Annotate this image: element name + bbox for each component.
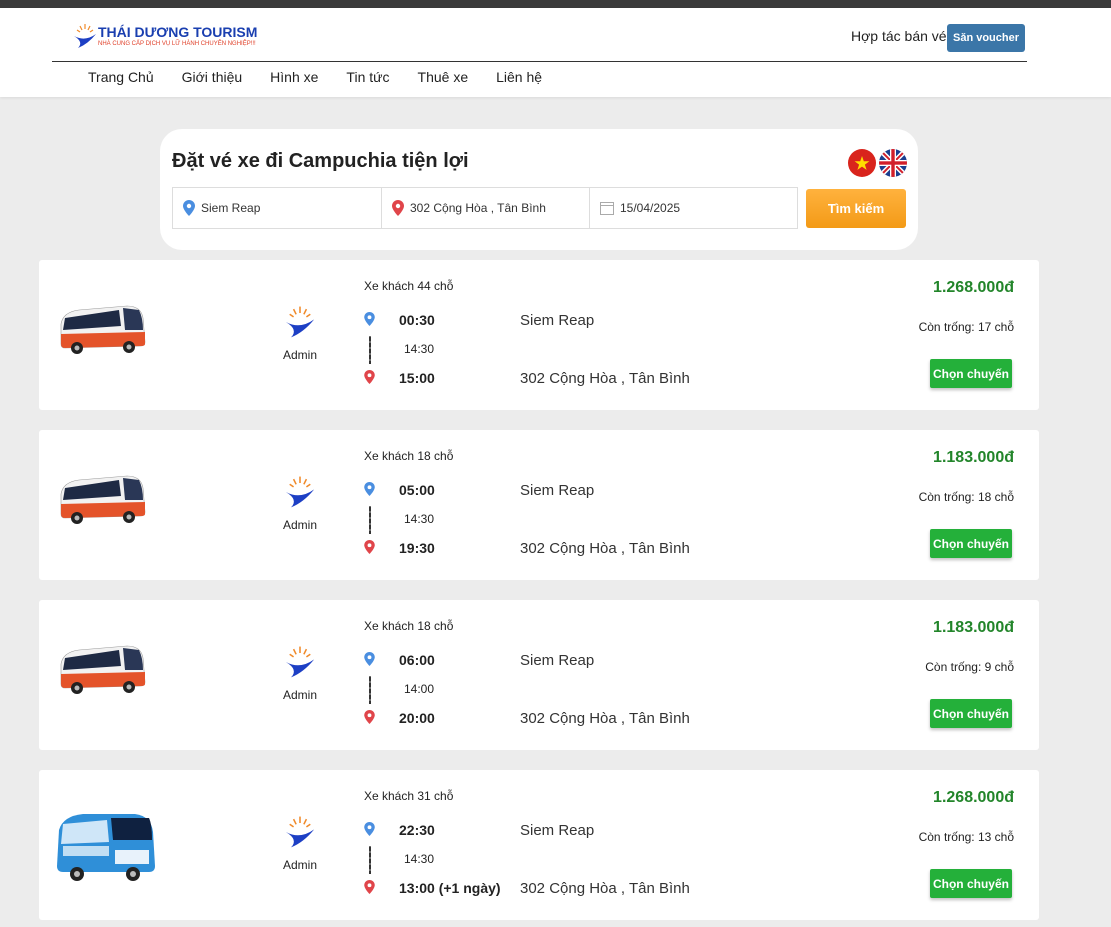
bus-type: Xe khách 18 chỗ <box>364 619 454 633</box>
choose-trip-button[interactable]: Chọn chuyến <box>930 529 1012 558</box>
location-pin-icon <box>183 200 195 216</box>
arrival-pin-icon <box>364 710 375 729</box>
operator-logo-icon <box>283 304 317 345</box>
brand-name: THÁI DƯƠNG TOURISM <box>98 24 258 40</box>
operator-logo-icon <box>283 644 317 685</box>
choose-trip-button[interactable]: Chọn chuyến <box>930 699 1012 728</box>
main-nav: Trang Chủ Giới thiệu Hình xe Tin tức Thu… <box>88 69 570 85</box>
arrival-pin-icon <box>364 370 375 389</box>
brand-tagline: NHÀ CUNG CẤP DỊCH VỤ LỮ HÀNH CHUYÊN NGHI… <box>98 41 256 47</box>
arrival-location: 302 Cộng Hòa , Tân Bình <box>520 540 690 557</box>
operator-logo-icon <box>283 814 317 855</box>
trip-duration: 14:30 <box>404 852 435 866</box>
arrival-location: 302 Cộng Hòa , Tân Bình <box>520 710 690 727</box>
departure-location: Siem Reap <box>520 312 595 329</box>
choose-trip-button[interactable]: Chọn chuyến <box>930 869 1012 898</box>
site-logo[interactable]: THÁI DƯƠNG TOURISM NHÀ CUNG CẤP DỊCH VỤ … <box>72 22 262 52</box>
operator-logo-icon <box>283 474 317 515</box>
destination-field[interactable]: 302 Cộng Hòa , Tân Bình <box>382 188 590 228</box>
search-title: Đặt vé xe đi Campuchia tiện lợi <box>172 150 469 172</box>
departure-pin-icon <box>364 482 375 501</box>
departure-time: 22:30 <box>399 822 435 838</box>
bus-image <box>53 810 161 889</box>
route-dots <box>369 336 371 364</box>
departure-time: 06:00 <box>399 652 435 668</box>
arrival-time: 19:30 <box>399 540 435 556</box>
origin-field[interactable]: Siem Reap <box>173 188 382 228</box>
logo-icon <box>74 24 96 48</box>
top-bar <box>0 0 1111 8</box>
header-divider <box>52 61 1027 62</box>
trip-price: 1.183.000đ <box>933 449 1014 466</box>
trip-card: Admin Xe khách 44 chỗ 00:30 14:30 15:00 … <box>39 260 1039 410</box>
arrival-time: 15:00 <box>399 370 435 386</box>
bus-type: Xe khách 44 chỗ <box>364 279 454 293</box>
departure-pin-icon <box>364 652 375 671</box>
bus-image <box>57 296 149 365</box>
site-header: THÁI DƯƠNG TOURISM NHÀ CUNG CẤP DỊCH VỤ … <box>0 8 1111 97</box>
departure-time: 00:30 <box>399 312 435 328</box>
departure-pin-icon <box>364 312 375 331</box>
departure-time: 05:00 <box>399 482 435 498</box>
origin-value: Siem Reap <box>201 201 261 215</box>
english-flag-icon[interactable] <box>879 149 907 177</box>
operator-name: Admin <box>283 688 318 702</box>
search-fields: Siem Reap 302 Cộng Hòa , Tân Bình 15/04/… <box>172 187 798 229</box>
voucher-button[interactable]: Săn voucher <box>947 24 1025 52</box>
bus-type: Xe khách 18 chỗ <box>364 449 454 463</box>
choose-trip-button[interactable]: Chọn chuyến <box>930 359 1012 388</box>
nav-item-contact[interactable]: Liên hệ <box>496 69 542 85</box>
available-seats: Còn trống: 17 chỗ <box>918 320 1014 334</box>
destination-value: 302 Cộng Hòa , Tân Bình <box>410 201 546 215</box>
calendar-icon <box>600 201 614 215</box>
arrival-pin-icon <box>364 540 375 559</box>
bus-image <box>57 466 149 535</box>
partner-link[interactable]: Hợp tác bán vé <box>851 28 947 44</box>
vietnamese-flag-icon[interactable] <box>848 149 876 177</box>
operator-name: Admin <box>283 348 318 362</box>
available-seats: Còn trống: 13 chỗ <box>918 830 1014 844</box>
trip-card: Admin Xe khách 18 chỗ 05:00 14:30 19:30 … <box>39 430 1039 580</box>
trip-duration: 14:30 <box>404 342 435 356</box>
arrival-location: 302 Cộng Hòa , Tân Bình <box>520 370 690 387</box>
nav-item-about[interactable]: Giới thiệu <box>182 69 243 85</box>
date-field[interactable]: 15/04/2025 <box>590 188 797 228</box>
nav-item-news[interactable]: Tin tức <box>346 69 389 85</box>
nav-item-rent[interactable]: Thuê xe <box>418 69 469 85</box>
trip-duration: 14:00 <box>404 682 435 696</box>
arrival-time: 13:00 (+1 ngày) <box>399 880 501 896</box>
operator-name: Admin <box>283 858 318 872</box>
arrival-time: 20:00 <box>399 710 435 726</box>
route-dots <box>369 846 371 874</box>
location-pin-icon <box>392 200 404 216</box>
departure-location: Siem Reap <box>520 652 595 669</box>
departure-location: Siem Reap <box>520 822 595 839</box>
nav-item-bus-photos[interactable]: Hình xe <box>270 69 318 85</box>
bus-image <box>57 636 149 705</box>
available-seats: Còn trống: 9 chỗ <box>925 660 1014 674</box>
trip-card: Admin Xe khách 18 chỗ 06:00 14:00 20:00 … <box>39 600 1039 750</box>
route-dots <box>369 506 371 534</box>
search-card: Đặt vé xe đi Campuchia tiện lợi Siem Rea… <box>160 129 918 250</box>
search-button[interactable]: Tìm kiếm <box>806 189 906 228</box>
available-seats: Còn trống: 18 chỗ <box>918 490 1014 504</box>
route-dots <box>369 676 371 704</box>
date-value: 15/04/2025 <box>620 201 681 215</box>
nav-item-home[interactable]: Trang Chủ <box>88 69 154 85</box>
operator-name: Admin <box>283 518 318 532</box>
departure-pin-icon <box>364 822 375 841</box>
trip-card: Admin Xe khách 31 chỗ 22:30 14:30 13:00 … <box>39 770 1039 920</box>
trip-price: 1.268.000đ <box>933 789 1014 806</box>
trip-duration: 14:30 <box>404 512 435 526</box>
departure-location: Siem Reap <box>520 482 595 499</box>
trip-price: 1.268.000đ <box>933 279 1014 296</box>
arrival-pin-icon <box>364 880 375 899</box>
arrival-location: 302 Cộng Hòa , Tân Bình <box>520 880 690 897</box>
trip-price: 1.183.000đ <box>933 619 1014 636</box>
bus-type: Xe khách 31 chỗ <box>364 789 454 803</box>
